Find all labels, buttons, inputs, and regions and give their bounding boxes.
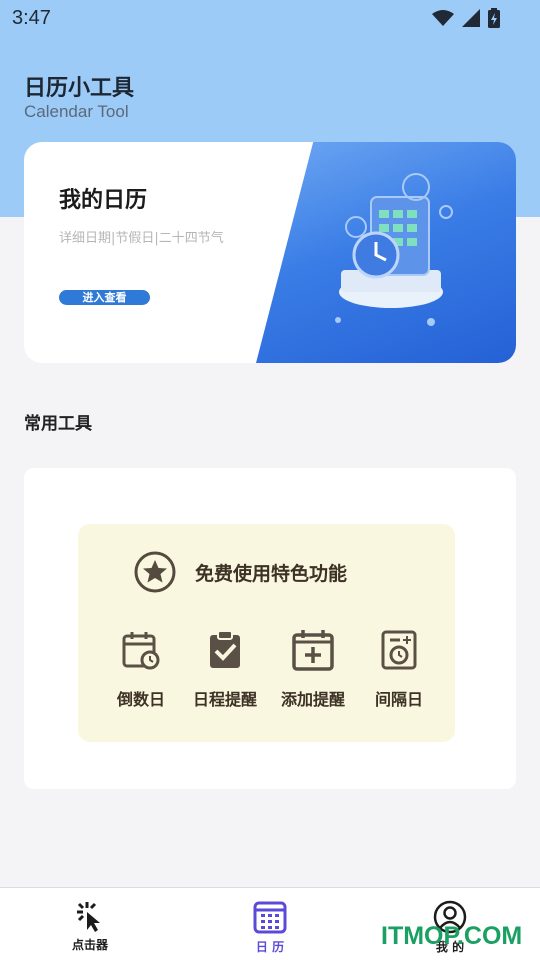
calendar-interval-icon bbox=[381, 630, 417, 670]
star-badge-icon bbox=[134, 551, 176, 593]
calendar-clock-illustration bbox=[335, 173, 453, 326]
promo-panel[interactable]: 免费使用特色功能 倒数日 日程提醒 添加提醒 间隔日 bbox=[78, 524, 455, 742]
calendar-plus-icon bbox=[292, 630, 334, 671]
promo-title: 免费使用特色功能 bbox=[195, 562, 348, 585]
nav-item-calendar[interactable]: 日 历 bbox=[230, 900, 310, 955]
calendar-clock-icon bbox=[122, 632, 160, 670]
banner-illustration bbox=[256, 142, 516, 363]
feature-label: 添加提醒 bbox=[280, 690, 345, 709]
nav-item-clicker[interactable]: 点击器 bbox=[50, 900, 130, 953]
banner-description: 详细日期|节假日|二十四节气 bbox=[59, 231, 224, 246]
nav-label: 日 历 bbox=[255, 940, 285, 954]
my-calendar-banner[interactable]: 我的日历 详细日期|节假日|二十四节气 进入查看 bbox=[24, 142, 516, 363]
promo-header: 免费使用特色功能 bbox=[133, 550, 347, 594]
feature-label: 间隔日 bbox=[374, 690, 423, 709]
app-title: 日历小工具 bbox=[24, 76, 135, 101]
section-title: 常用工具 bbox=[24, 414, 92, 434]
feature-schedule-reminder[interactable]: 日程提醒 bbox=[180, 628, 270, 710]
feature-label: 日程提醒 bbox=[192, 690, 257, 709]
feature-countdown[interactable]: 倒数日 bbox=[96, 628, 186, 710]
site-watermark: ITMOP.COM bbox=[381, 922, 523, 950]
status-icons bbox=[432, 8, 500, 28]
cursor-click-icon bbox=[77, 902, 100, 932]
tools-card: 免费使用特色功能 倒数日 日程提醒 添加提醒 间隔日 bbox=[24, 468, 516, 789]
battery-icon bbox=[488, 8, 500, 28]
banner-title: 我的日历 bbox=[59, 188, 148, 213]
status-time: 3:47 bbox=[12, 7, 51, 29]
nav-label: 点击器 bbox=[71, 938, 108, 952]
wifi-icon bbox=[432, 10, 454, 26]
signal-icon bbox=[462, 9, 480, 27]
calendar-grid-icon bbox=[253, 901, 287, 934]
status-bar: 3:47 bbox=[0, 0, 540, 36]
feature-label: 倒数日 bbox=[116, 690, 165, 709]
app-subtitle: Calendar Tool bbox=[24, 102, 129, 121]
view-calendar-button[interactable]: 进入查看 bbox=[59, 290, 150, 305]
clipboard-check-icon bbox=[210, 630, 240, 668]
feature-interval-days[interactable]: 间隔日 bbox=[354, 628, 444, 710]
feature-add-reminder[interactable]: 添加提醒 bbox=[268, 628, 358, 710]
